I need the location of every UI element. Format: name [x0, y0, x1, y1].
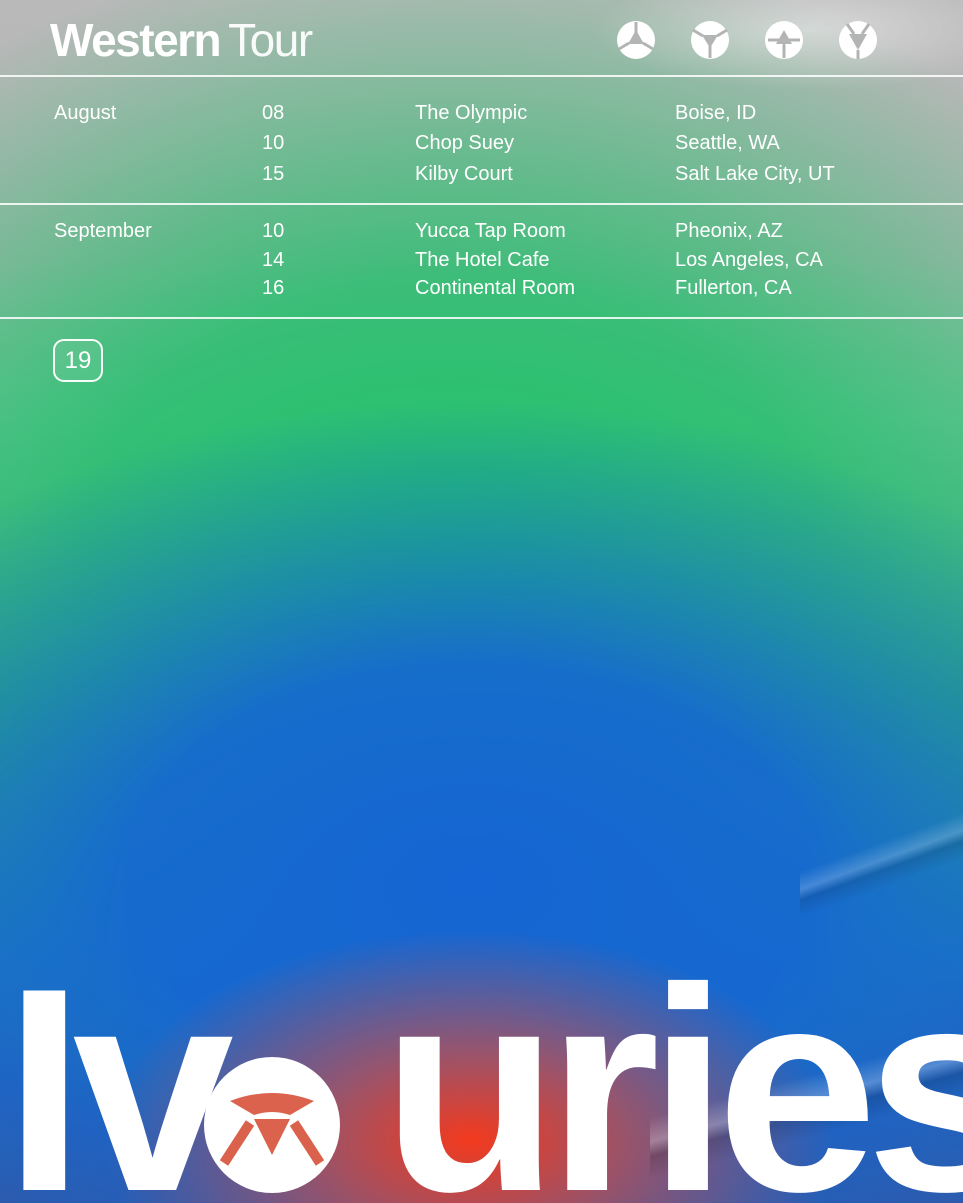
paper-crease: [800, 800, 963, 920]
show-city: Salt Lake City, UT: [675, 163, 835, 185]
logo-row: [616, 20, 878, 60]
september-schedule: September 10 Yucca Tap Room Pheonix, AZ …: [0, 205, 963, 319]
ivouries-logo-icon: [617, 21, 655, 59]
title-light: Tour: [228, 14, 313, 66]
title-bold: Western: [50, 14, 222, 66]
poster-header: Western Tour: [0, 0, 963, 77]
show-city: Pheonix, AZ: [675, 220, 783, 242]
show-day: 14: [262, 249, 285, 271]
show-city: Los Angeles, CA: [675, 249, 823, 271]
band-name-end: uries: [381, 928, 963, 1203]
show-city: Fullerton, CA: [675, 277, 792, 299]
show-day: 16: [262, 277, 285, 299]
show-row: August 08 The Olympic Boise, ID: [0, 102, 963, 132]
show-venue: Chop Suey: [415, 132, 514, 154]
show-venue: Kilby Court: [415, 163, 513, 185]
show-row: September 10 Yucca Tap Room Pheonix, AZ: [0, 220, 963, 250]
show-city: Seattle, WA: [675, 132, 780, 154]
show-day: 15: [262, 163, 285, 185]
show-row: 16 Continental Room Fullerton, CA: [0, 277, 963, 307]
ivouries-logo-icon: [691, 21, 729, 59]
month-label: September: [54, 220, 152, 242]
ivouries-logo-icon: [839, 21, 877, 59]
month-label: August: [54, 102, 117, 124]
poster-title: Western Tour: [50, 12, 313, 68]
ivouries-logo-icon: [765, 21, 803, 59]
show-venue: Continental Room: [415, 277, 576, 299]
show-day: 08: [262, 102, 285, 124]
show-city: Boise, ID: [675, 102, 757, 124]
show-day: 10: [262, 220, 285, 242]
tour-poster: Western Tour August 08 The Olympic Boise…: [0, 0, 963, 1203]
band-name-text: Iv uries: [4, 940, 963, 1203]
show-venue: The Hotel Cafe: [415, 249, 550, 271]
show-venue: Yucca Tap Room: [415, 220, 566, 242]
show-row: 10 Chop Suey Seattle, WA: [0, 132, 963, 162]
august-schedule: August 08 The Olympic Boise, ID 10 Chop …: [0, 77, 963, 205]
show-day: 10: [262, 132, 285, 154]
show-venue: The Olympic: [415, 102, 528, 124]
band-logo-icon: [204, 1057, 340, 1193]
show-row: 14 The Hotel Cafe Los Angeles, CA: [0, 249, 963, 279]
band-name-start: Iv: [4, 928, 234, 1203]
show-row: 15 Kilby Court Salt Lake City, UT: [0, 163, 963, 193]
year-badge: 19: [53, 339, 103, 382]
band-name: Iv uries: [0, 940, 963, 1203]
